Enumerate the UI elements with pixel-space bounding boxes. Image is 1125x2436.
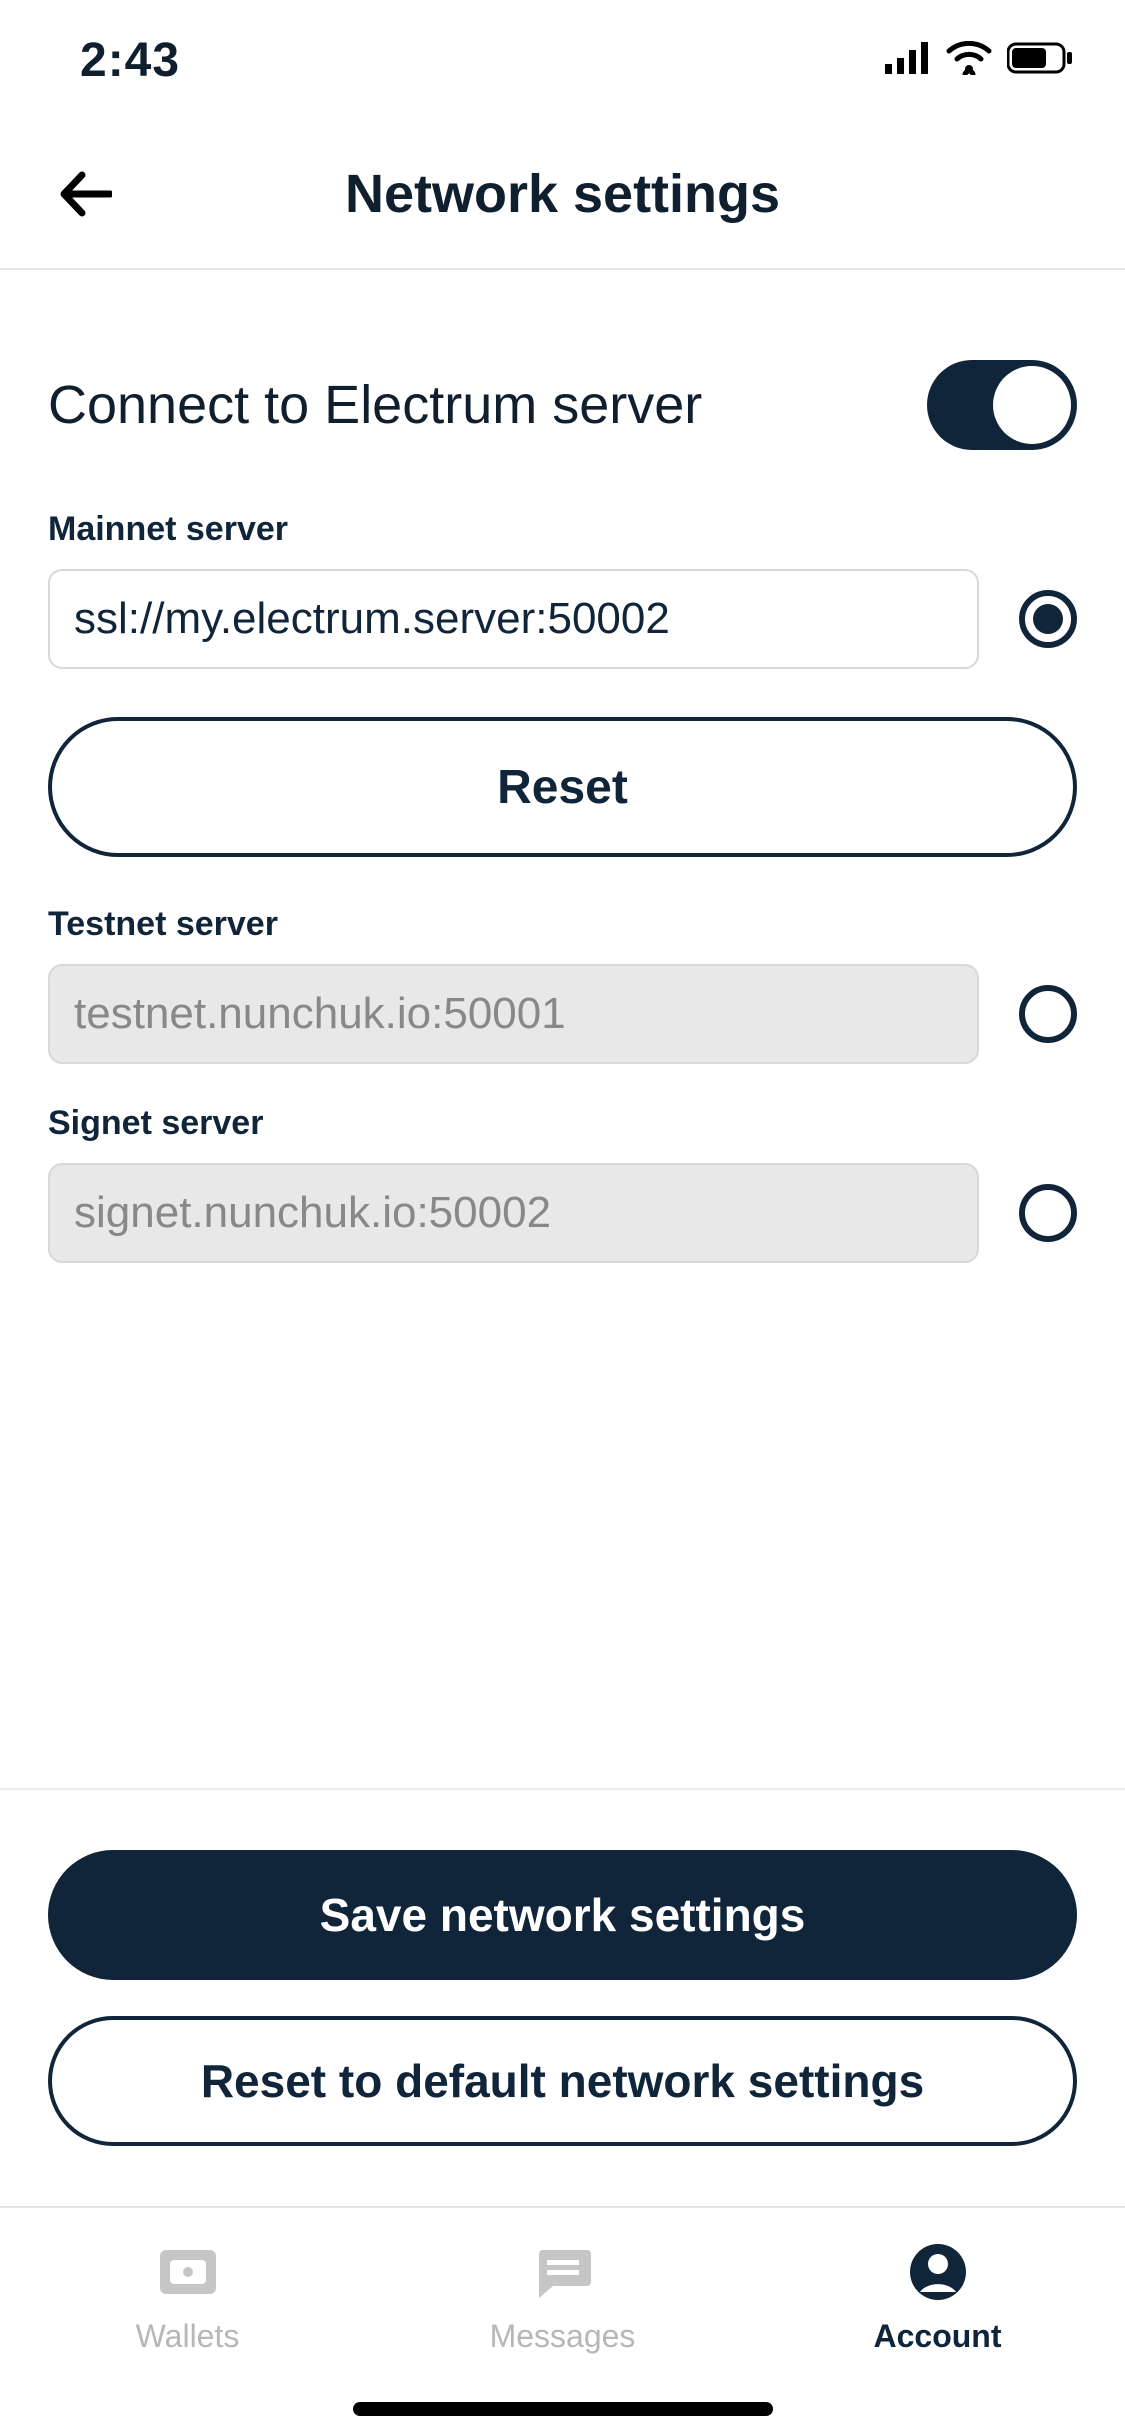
toggle-knob [993, 366, 1071, 444]
mainnet-label: Mainnet server [48, 510, 1077, 549]
tab-messages[interactable]: Messages [375, 2208, 750, 2386]
tab-messages-label: Messages [490, 2318, 636, 2355]
reset-defaults-label: Reset to default network settings [201, 2054, 924, 2108]
content: Connect to Electrum server Mainnet serve… [0, 270, 1125, 1788]
save-button-label: Save network settings [320, 1888, 806, 1942]
reset-mainnet-label: Reset [497, 760, 628, 815]
testnet-server-input[interactable]: testnet.nunchuk.io:50001 [48, 964, 979, 1064]
bottom-actions: Save network settings Reset to default n… [0, 1788, 1125, 2206]
signet-radio[interactable] [1019, 1184, 1077, 1242]
reset-defaults-button[interactable]: Reset to default network settings [48, 2016, 1077, 2146]
mainnet-server-input[interactable]: ssl://my.electrum.server:50002 [48, 569, 979, 669]
connect-electrum-row: Connect to Electrum server [48, 270, 1077, 510]
header: Network settings [0, 120, 1125, 270]
back-button[interactable] [50, 159, 120, 229]
arrow-left-icon [58, 171, 112, 217]
signet-server-input[interactable]: signet.nunchuk.io:50002 [48, 1163, 979, 1263]
battery-icon [1007, 42, 1075, 79]
tab-account[interactable]: Account [750, 2208, 1125, 2386]
save-network-settings-button[interactable]: Save network settings [48, 1850, 1077, 1980]
testnet-radio[interactable] [1019, 985, 1077, 1043]
status-bar: 2:43 [0, 0, 1125, 120]
wallet-icon [156, 2240, 220, 2304]
mainnet-radio[interactable] [1019, 590, 1077, 648]
signet-block: Signet server signet.nunchuk.io:50002 [48, 1104, 1077, 1263]
cellular-icon [885, 42, 931, 79]
page-title: Network settings [0, 163, 1125, 225]
testnet-server-value: testnet.nunchuk.io:50001 [74, 989, 566, 1039]
account-icon [906, 2240, 970, 2304]
connect-electrum-label: Connect to Electrum server [48, 374, 702, 436]
status-icons [885, 41, 1075, 80]
signet-server-value: signet.nunchuk.io:50002 [74, 1188, 551, 1238]
tab-account-label: Account [874, 2318, 1002, 2355]
wifi-icon [945, 41, 993, 80]
messages-icon [531, 2240, 595, 2304]
testnet-label: Testnet server [48, 905, 1077, 944]
testnet-block: Testnet server testnet.nunchuk.io:50001 [48, 905, 1077, 1064]
mainnet-server-value: ssl://my.electrum.server:50002 [74, 594, 670, 644]
mainnet-block: Mainnet server ssl://my.electrum.server:… [48, 510, 1077, 669]
status-time: 2:43 [50, 33, 180, 88]
home-indicator[interactable] [353, 2402, 773, 2416]
reset-mainnet-button[interactable]: Reset [48, 717, 1077, 857]
connect-electrum-toggle[interactable] [927, 360, 1077, 450]
tab-wallets[interactable]: Wallets [0, 2208, 375, 2386]
signet-label: Signet server [48, 1104, 1077, 1143]
tab-wallets-label: Wallets [136, 2318, 240, 2355]
